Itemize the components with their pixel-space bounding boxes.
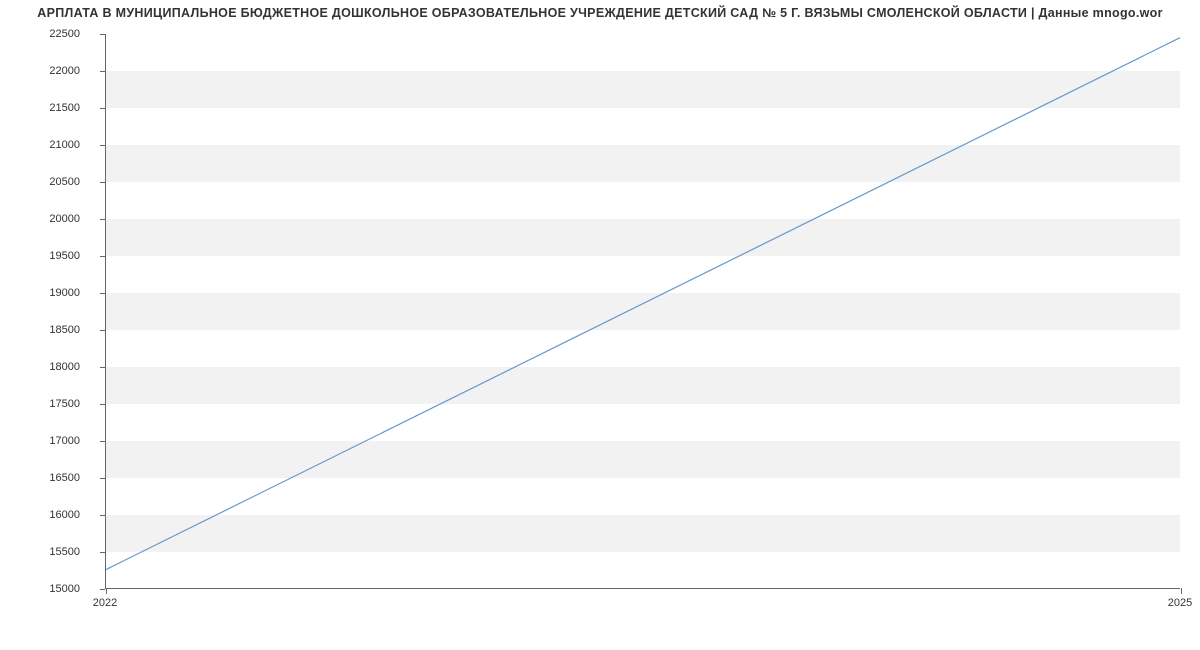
y-tick [100,404,105,405]
y-tick [100,515,105,516]
y-axis-label: 17000 [49,435,80,447]
y-axis-label: 19500 [49,250,80,262]
y-axis-label: 21000 [49,139,80,151]
y-axis-label: 15500 [49,546,80,558]
y-tick [100,552,105,553]
y-axis-label: 16000 [49,509,80,521]
y-tick [100,367,105,368]
x-tick [1181,588,1182,594]
y-tick [100,589,105,590]
y-axis-label: 21500 [49,102,80,114]
y-tick [100,441,105,442]
chart-area: 15000 15500 16000 16500 17000 17500 18000 18500… [10,24,1190,614]
y-axis-label: 15000 [49,583,80,595]
plot-region [105,34,1180,589]
y-axis-label: 18500 [49,324,80,336]
y-tick [100,145,105,146]
y-axis-label: 22500 [49,28,80,40]
y-tick [100,182,105,183]
y-tick [100,71,105,72]
y-axis-label: 16500 [49,472,80,484]
y-tick [100,34,105,35]
y-tick [100,293,105,294]
y-axis-label: 18000 [49,361,80,373]
y-tick [100,108,105,109]
chart-title: АРПЛАТА В МУНИЦИПАЛЬНОЕ БЮДЖЕТНОЕ ДОШКОЛ… [0,0,1200,24]
y-axis-label: 22000 [49,65,80,77]
y-tick [100,478,105,479]
y-tick [100,256,105,257]
x-axis-label: 2022 [93,597,117,609]
y-tick [100,219,105,220]
y-tick [100,330,105,331]
data-line [106,38,1180,570]
y-axis-label: 20000 [49,213,80,225]
y-axis-label: 19000 [49,287,80,299]
y-axis-label: 20500 [49,176,80,188]
x-axis-label: 2025 [1168,597,1192,609]
x-tick [106,588,107,594]
y-axis-label: 17500 [49,398,80,410]
line-svg [106,34,1180,588]
